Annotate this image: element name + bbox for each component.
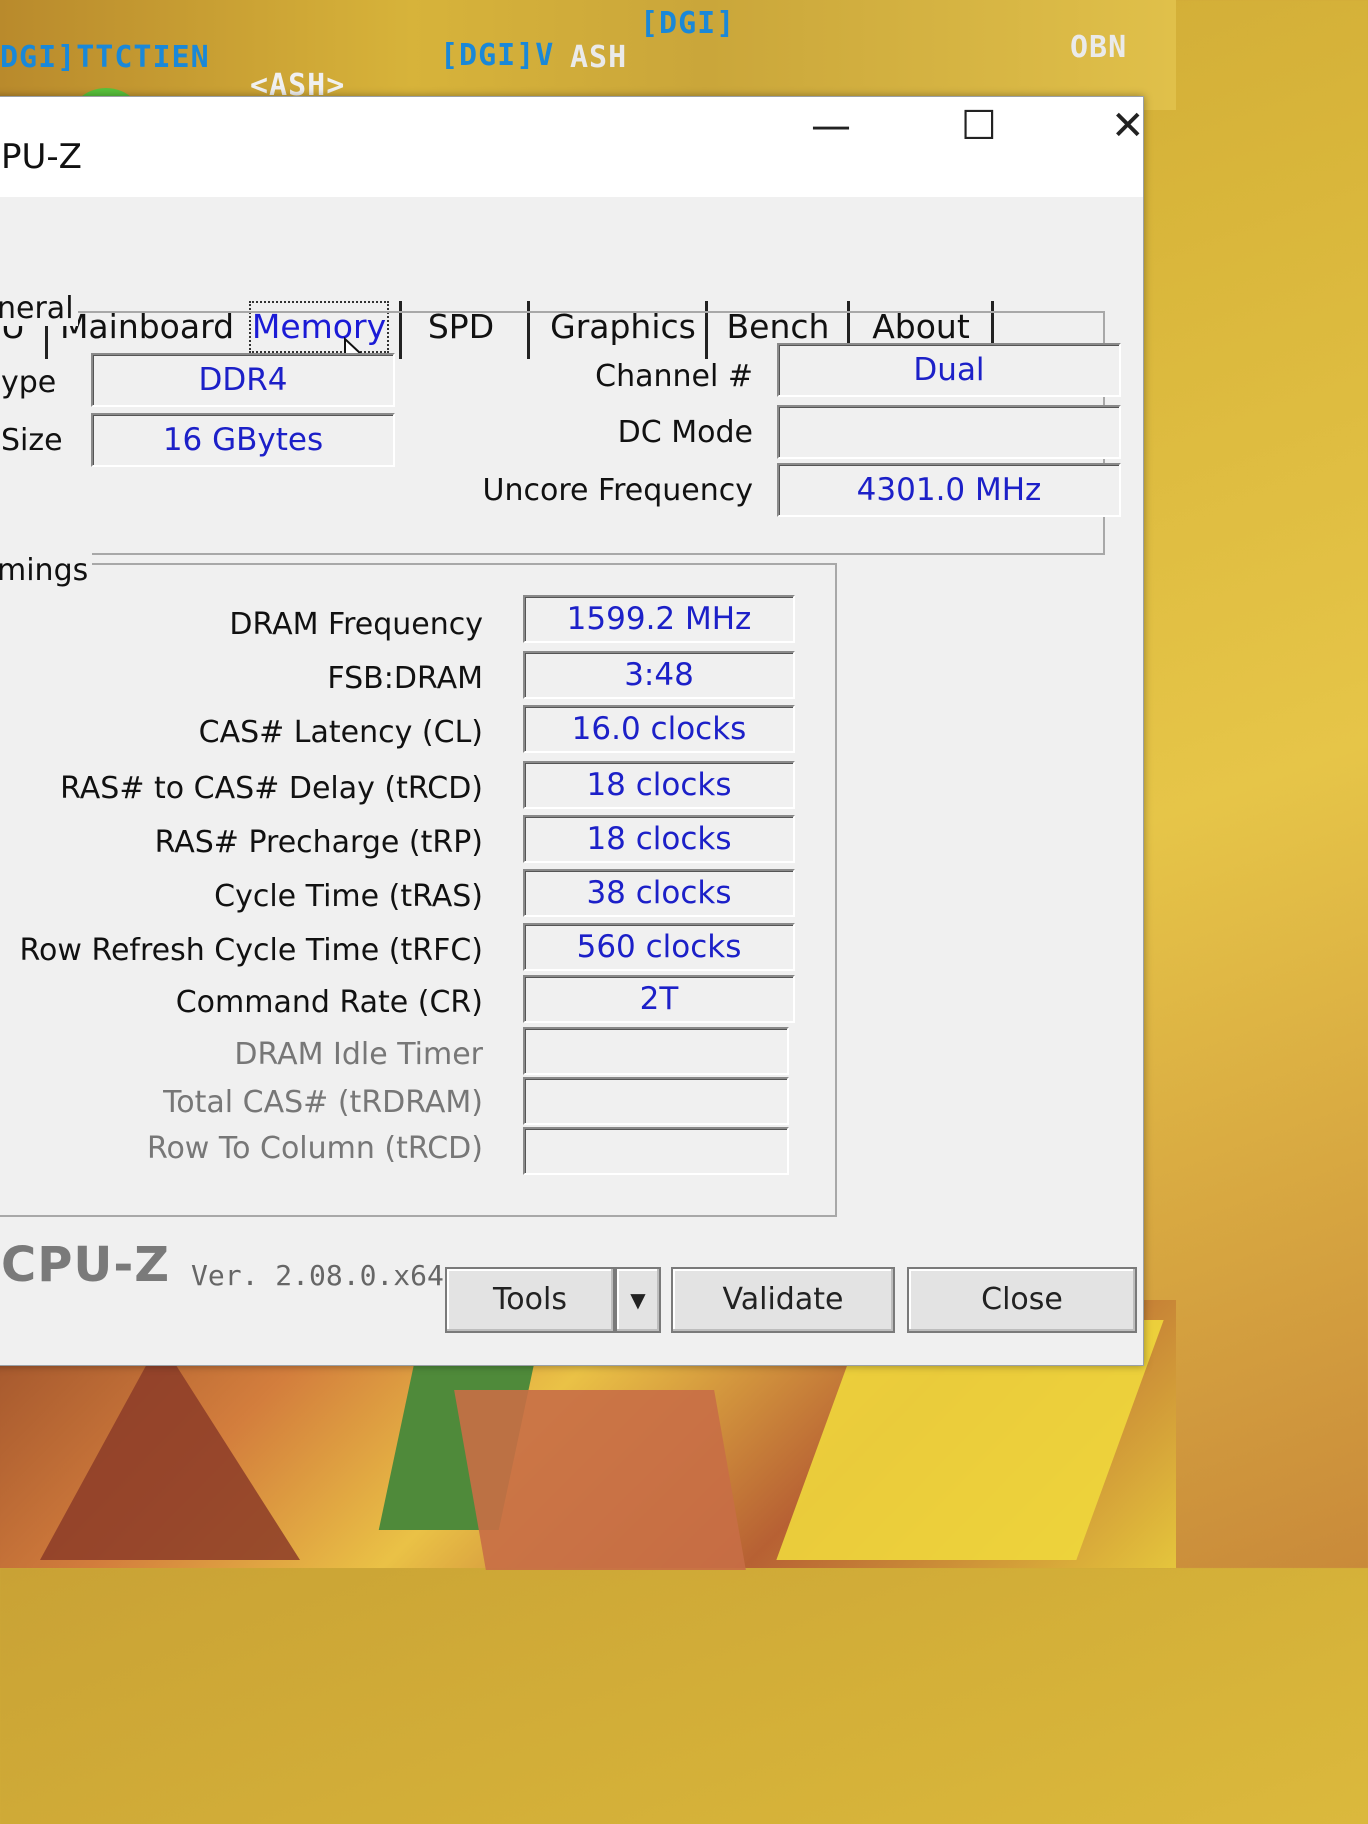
type-label: ype [1, 365, 57, 400]
background-text: ASH [570, 40, 628, 75]
footer: CPU-Z Ver. 2.08.0.x64 Tools ▼ Validate C… [0, 1227, 1143, 1337]
memory-type-field: DDR4 [91, 353, 395, 407]
timing-label: RAS# Precharge (tRP) [154, 825, 483, 860]
timing-label: CAS# Latency (CL) [198, 715, 483, 750]
cpuz-window: PU-Z — ☐ ✕ U Mainboard Memory SPD Graphi… [0, 96, 1145, 1366]
timing-label: DRAM Idle Timer [234, 1037, 483, 1072]
cas-latency-field: 16.0 clocks [523, 705, 795, 753]
ras-precharge-field: 18 clocks [523, 815, 795, 863]
timing-label: Row Refresh Cycle Time (tRFC) [19, 933, 483, 968]
timing-label: RAS# to CAS# Delay (tRCD) [60, 771, 483, 806]
tools-dropdown-arrow-icon[interactable]: ▼ [615, 1267, 661, 1333]
timing-label: DRAM Frequency [229, 607, 483, 642]
background-shape [454, 1390, 746, 1570]
memory-size-field: 16 GBytes [91, 413, 395, 467]
dc-mode-label: DC Mode [617, 415, 753, 450]
minimize-button[interactable]: — [811, 103, 851, 149]
background-text: DGI]TTCTIEN [0, 40, 210, 75]
channel-label: Channel # [595, 359, 753, 394]
background-text: [DGI]V [440, 38, 555, 73]
fsb-dram-field: 3:48 [523, 651, 795, 699]
uncore-frequency-field: 4301.0 MHz [777, 463, 1121, 517]
timing-label: Row To Column (tRCD) [146, 1131, 483, 1166]
background-shape [40, 1340, 300, 1560]
general-legend: neral [0, 291, 78, 326]
dram-frequency-field: 1599.2 MHz [523, 595, 795, 643]
cpuz-brand-logo: CPU-Z [1, 1237, 171, 1293]
general-group: neral ype DDR4 Size 16 GBytes Channel # … [0, 291, 1121, 555]
command-rate-field: 2T [523, 975, 795, 1023]
desktop-background-top: DGI]TTCTIEN <ASH> [DGI]V ASH [DGI] OBN [0, 0, 1176, 128]
ras-to-cas-field: 18 clocks [523, 761, 795, 809]
timing-label: Cycle Time (tRAS) [214, 879, 483, 914]
window-title: PU-Z [1, 137, 82, 177]
timing-label: Total CAS# (tRDRAM) [163, 1085, 483, 1120]
background-text: [DGI] [640, 6, 736, 41]
timings-legend: mings [0, 553, 93, 588]
version-text: Ver. 2.08.0.x64 [191, 1259, 444, 1292]
timings-group: mings DRAM Frequency 1599.2 MHz FSB:DRAM… [0, 553, 837, 1217]
dc-mode-field [777, 405, 1121, 459]
maximize-button[interactable]: ☐ [961, 103, 997, 149]
uncore-frequency-label: Uncore Frequency [482, 473, 753, 508]
total-cas-field [523, 1077, 789, 1125]
row-to-column-field [523, 1127, 789, 1175]
tools-button[interactable]: Tools [445, 1267, 615, 1333]
background-text: OBN [1070, 30, 1128, 65]
timing-label: Command Rate (CR) [175, 985, 483, 1020]
validate-button[interactable]: Validate [671, 1267, 895, 1333]
close-button[interactable]: Close [907, 1267, 1137, 1333]
dram-idle-timer-field [523, 1027, 789, 1075]
timing-label: FSB:DRAM [327, 661, 483, 696]
channel-field: Dual [777, 343, 1121, 397]
title-bar[interactable]: PU-Z — ☐ ✕ [0, 97, 1145, 197]
cycle-time-field: 38 clocks [523, 869, 795, 917]
row-refresh-field: 560 clocks [523, 923, 795, 971]
close-window-button[interactable]: ✕ [1111, 103, 1145, 149]
size-label: Size [1, 423, 63, 458]
